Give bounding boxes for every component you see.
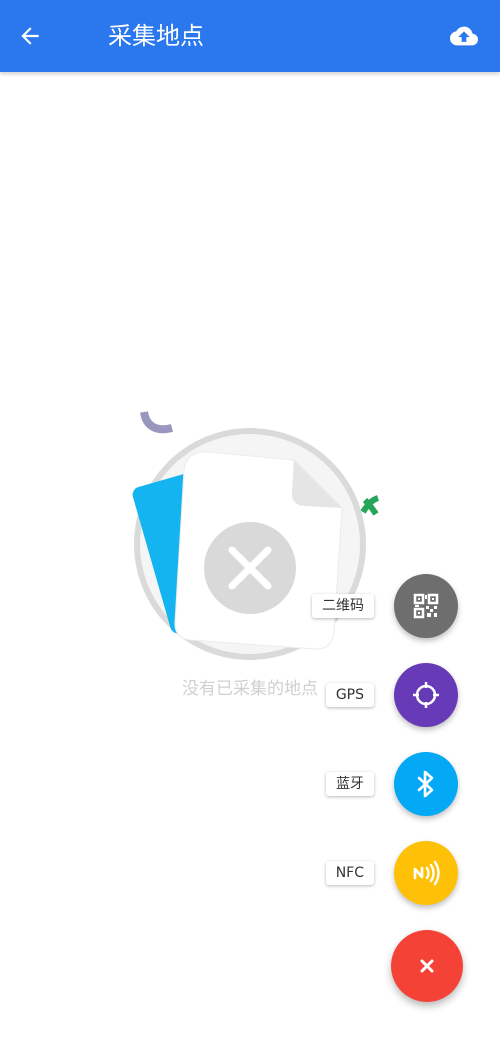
fab-label-nfc[interactable]: NFC bbox=[325, 861, 374, 885]
arrow-back-icon bbox=[21, 27, 39, 45]
qr-code-button[interactable] bbox=[394, 574, 458, 638]
close-icon bbox=[420, 959, 434, 973]
gps-button[interactable] bbox=[394, 663, 458, 727]
app-bar: 采集地点 bbox=[0, 0, 500, 72]
gps-crosshair-icon bbox=[413, 682, 439, 708]
fab-label-gps[interactable]: GPS bbox=[325, 683, 374, 707]
fab-item-gps[interactable]: GPS bbox=[325, 663, 458, 727]
back-button[interactable] bbox=[10, 16, 50, 56]
fab-item-nfc[interactable]: NFC bbox=[325, 841, 458, 905]
qr-code-icon bbox=[413, 593, 439, 619]
cloud-upload-icon bbox=[450, 26, 478, 46]
fab-label-qr-code[interactable]: 二维码 bbox=[312, 594, 374, 618]
fab-item-bluetooth[interactable]: 蓝牙 bbox=[326, 752, 458, 816]
fab-item-qr-code[interactable]: 二维码 bbox=[312, 574, 458, 638]
bluetooth-icon bbox=[417, 770, 434, 798]
upload-button[interactable] bbox=[446, 18, 482, 54]
fab-label-bluetooth[interactable]: 蓝牙 bbox=[326, 772, 374, 796]
nfc-icon bbox=[413, 860, 440, 886]
nfc-button[interactable] bbox=[394, 841, 458, 905]
bluetooth-button[interactable] bbox=[394, 752, 458, 816]
page-title: 采集地点 bbox=[108, 22, 204, 50]
close-fab-button[interactable] bbox=[391, 930, 463, 1002]
